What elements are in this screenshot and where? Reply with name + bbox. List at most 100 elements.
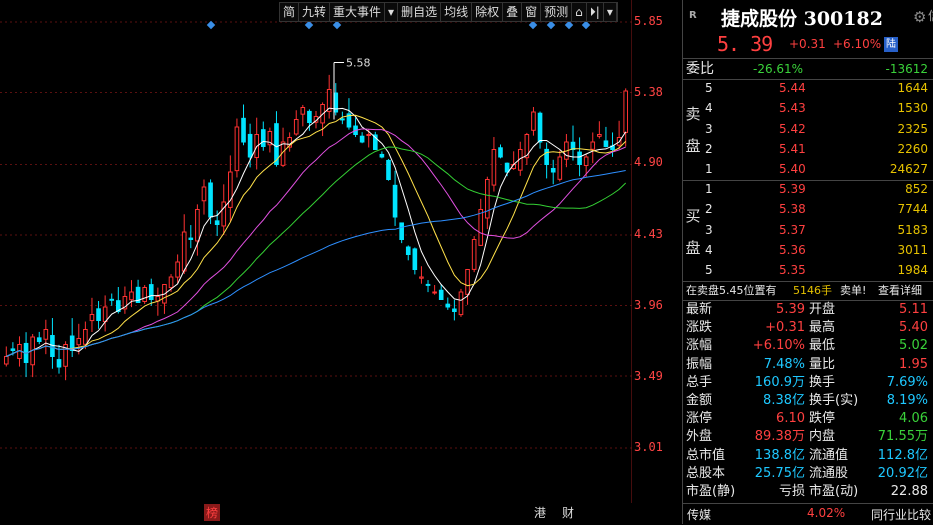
notice-vol: 5146手: [793, 284, 832, 297]
candle-body-66: [438, 289, 444, 300]
event-markers: [0, 20, 632, 30]
toolbar-btn-11[interactable]: ⏵|: [587, 3, 604, 21]
quote-panel: R 捷成股份 300182 ⚙ 信 5. 39 +0.31 +6.10% 陆 委…: [682, 0, 933, 524]
bottom-tag-2[interactable]: 财: [560, 504, 576, 521]
event-marker-1[interactable]: [304, 20, 314, 30]
sellbox-row-1: 4 5.43 1530: [683, 99, 933, 117]
level: 5: [705, 263, 713, 278]
price-axis: 5.85 5.38 4.90 4.43 3.96 3.49 3.01: [632, 0, 680, 503]
sellbox-row-3: 2 5.41 2260: [683, 140, 933, 158]
toolbar-btn-7[interactable]: 叠: [503, 3, 523, 21]
stat-label-2: 换手: [809, 374, 836, 390]
y-tick-6: 3.01: [634, 440, 663, 454]
kline-chart[interactable]: 5.58 简九转 重大事件 ▾ 删自选 均线 除权叠窗预测 ⌂ ⏵| ▾: [0, 0, 633, 503]
event-marker-3[interactable]: [528, 20, 538, 30]
book-price: 5.39: [779, 182, 806, 196]
candle-body-12: [83, 329, 88, 345]
stat-label-2: 流通值: [809, 447, 849, 463]
book-price: 5.38: [779, 202, 806, 217]
notice-link[interactable]: 查看详细: [878, 282, 922, 300]
stat-row-5: 金额 8.38亿 换手(实) 8.19%: [683, 392, 933, 410]
sector-bar[interactable]: 传媒 4.02% 同行业比较: [683, 503, 933, 525]
book-vol: 852: [905, 182, 928, 196]
candle-body-39: [260, 129, 266, 147]
event-marker-5[interactable]: [564, 20, 574, 30]
stat-row-3: 振幅 7.48% 量比 1.95: [683, 356, 933, 374]
stat-label: 振幅: [686, 356, 713, 372]
stat-value: +6.10%: [752, 338, 805, 354]
candle-body-51: [340, 118, 345, 121]
stat-label: 最新: [686, 302, 713, 317]
sellbox-row-2: 3 5.42 2325: [683, 120, 933, 138]
toolbar-btn-4[interactable]: 删自选: [398, 3, 442, 21]
book-vol: 7744: [897, 202, 928, 217]
candle-body-60: [399, 222, 404, 241]
current-price: 5. 39: [717, 32, 773, 56]
stat-row-4: 总手 160.9万 换手 7.69%: [683, 374, 933, 392]
big-order-notice[interactable]: 在卖盘5.45位置有 5146手 卖单! 查看详细: [683, 282, 933, 300]
stat-row-0: 最新 5.39 开盘 5.11: [683, 301, 933, 319]
toolbar-btn-1[interactable]: 九转: [299, 3, 331, 21]
stat-value-2: 8.19%: [886, 393, 928, 408]
event-marker-2[interactable]: [332, 20, 342, 30]
bottom-tag-1[interactable]: 港: [532, 504, 548, 521]
y-tick-2: 4.90: [634, 155, 663, 169]
stat-value: 6.10: [776, 411, 805, 427]
y-tick-1: 5.38: [634, 85, 663, 99]
candle-body-8: [56, 359, 62, 368]
stat-label-2: 内盘: [809, 429, 836, 445]
panel-trail-text: 信: [928, 7, 933, 24]
gear-icon[interactable]: ⚙: [913, 8, 926, 26]
ma-line-60: [6, 170, 626, 357]
toolbar-btn-10[interactable]: ⌂: [572, 3, 587, 21]
stat-label-2: 流通股: [809, 465, 849, 481]
book-vol: 1644: [897, 81, 928, 95]
toolbar-btn-12[interactable]: ▾: [604, 3, 617, 21]
toolbar-btn-5[interactable]: 均线: [441, 3, 473, 21]
candle-body-31: [208, 182, 213, 218]
event-marker-4[interactable]: [546, 20, 556, 30]
candle-body-59: [392, 184, 398, 218]
stat-label-2: 跌停: [809, 411, 836, 427]
candle-body-88: [583, 156, 589, 167]
stock-name[interactable]: 捷成股份 300182: [721, 4, 883, 31]
stat-label-2: 量比: [809, 356, 836, 372]
stat-value-2: 4.06: [899, 411, 928, 427]
market-tag[interactable]: 陆: [884, 37, 898, 52]
stat-row-7: 外盘 89.38万 内盘 71.55万: [683, 428, 933, 446]
toolbar-btn-8[interactable]: 窗: [522, 3, 542, 21]
level: 2: [705, 141, 713, 156]
stat-label: 涨幅: [686, 338, 713, 354]
toolbar-btn-2[interactable]: 重大事件: [330, 3, 386, 21]
toolbar-btn-9[interactable]: 预测: [541, 3, 573, 21]
buy-label-2: 盘: [685, 239, 701, 257]
book-price: 5.37: [779, 222, 806, 237]
candle-body-65: [432, 291, 437, 294]
event-marker-6[interactable]: [581, 20, 591, 30]
candle-body-67: [445, 303, 451, 308]
toolbar-btn-0[interactable]: 简: [280, 3, 300, 21]
toolbar-btn-3[interactable]: ▾: [385, 3, 399, 21]
candle-body-87: [577, 151, 582, 166]
buybox-row-3: 4 5.36 3011: [683, 241, 933, 259]
ma-line-20: [6, 128, 626, 357]
stat-value: +0.31: [765, 320, 805, 336]
event-marker-0[interactable]: [206, 20, 216, 30]
candle-body-14: [96, 308, 101, 322]
stat-label: 涨跌: [686, 320, 713, 336]
candle-body-91: [603, 140, 609, 148]
sector-pct: 4.02%: [807, 506, 846, 520]
book-price: 5.44: [779, 81, 806, 95]
sector-compare[interactable]: 同行业比较: [871, 506, 931, 523]
level: 2: [705, 202, 713, 217]
book-price: 5.35: [779, 263, 806, 278]
candle-body-22: [148, 284, 154, 300]
toolbar-btn-6[interactable]: 除权: [472, 3, 504, 21]
candle-body-26: [175, 261, 180, 278]
candle-body-90: [597, 134, 602, 137]
level: 3: [705, 222, 713, 237]
candle-body-71: [471, 239, 477, 270]
sector-name[interactable]: 传媒: [687, 506, 711, 523]
bottom-tag-0[interactable]: 榜: [204, 504, 221, 521]
notice-action: 卖单!: [840, 284, 867, 297]
